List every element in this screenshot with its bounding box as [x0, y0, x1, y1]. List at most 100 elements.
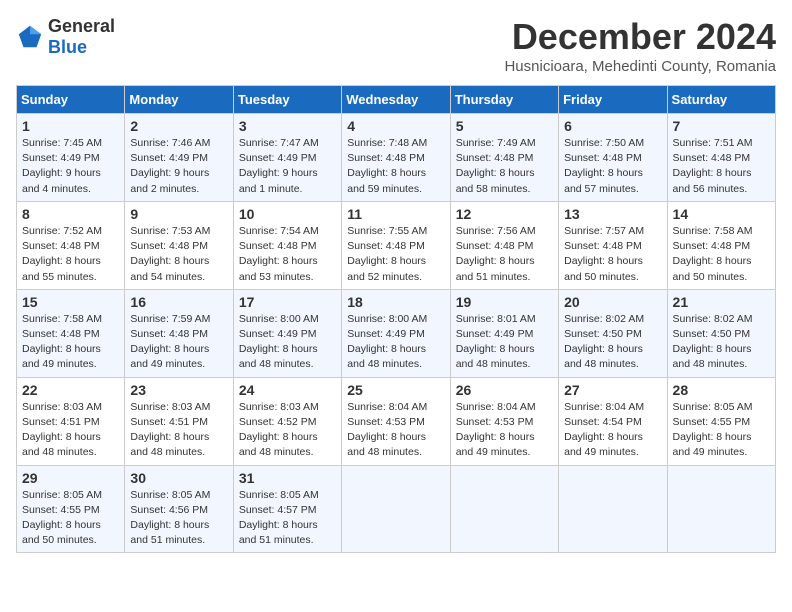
cell-info-line: Daylight: 8 hours: [673, 430, 770, 445]
cell-info-line: Sunset: 4:48 PM: [456, 239, 553, 254]
cell-info-line: Sunset: 4:48 PM: [673, 239, 770, 254]
calendar-cell: 4Sunrise: 7:48 AMSunset: 4:48 PMDaylight…: [342, 114, 450, 202]
cell-info-line: Daylight: 9 hours: [22, 166, 119, 181]
cell-info-line: Sunrise: 8:04 AM: [564, 400, 661, 415]
cell-info-line: Sunset: 4:55 PM: [673, 415, 770, 430]
cell-info-line: Sunset: 4:49 PM: [130, 151, 227, 166]
day-of-week-header: Sunday: [17, 86, 125, 114]
calendar-cell: 10Sunrise: 7:54 AMSunset: 4:48 PMDayligh…: [233, 201, 341, 289]
day-number: 3: [239, 118, 336, 134]
day-number: 4: [347, 118, 444, 134]
cell-info-line: Sunset: 4:53 PM: [347, 415, 444, 430]
header: General Blue December 2024 Husnicioara, …: [16, 16, 776, 75]
day-number: 13: [564, 206, 661, 222]
cell-info-line: Sunset: 4:51 PM: [130, 415, 227, 430]
cell-info-line: Daylight: 8 hours: [22, 342, 119, 357]
cell-info-line: Sunset: 4:48 PM: [673, 151, 770, 166]
day-number: 10: [239, 206, 336, 222]
day-number: 14: [673, 206, 770, 222]
calendar-header-row: SundayMondayTuesdayWednesdayThursdayFrid…: [17, 86, 776, 114]
cell-info-line: Sunset: 4:50 PM: [673, 327, 770, 342]
cell-info-line: Daylight: 8 hours: [673, 254, 770, 269]
cell-info-line: Sunset: 4:49 PM: [347, 327, 444, 342]
day-number: 21: [673, 294, 770, 310]
cell-info-line: Sunset: 4:54 PM: [564, 415, 661, 430]
calendar-cell: 6Sunrise: 7:50 AMSunset: 4:48 PMDaylight…: [559, 114, 667, 202]
cell-info-line: Sunset: 4:48 PM: [22, 327, 119, 342]
day-number: 25: [347, 382, 444, 398]
calendar-cell: [667, 465, 775, 553]
day-number: 28: [673, 382, 770, 398]
cell-info-line: Daylight: 8 hours: [22, 518, 119, 533]
cell-info-line: and 48 minutes.: [130, 445, 227, 460]
day-number: 23: [130, 382, 227, 398]
day-number: 24: [239, 382, 336, 398]
day-number: 9: [130, 206, 227, 222]
cell-info-line: Sunrise: 8:03 AM: [130, 400, 227, 415]
cell-info-line: Sunrise: 8:01 AM: [456, 312, 553, 327]
day-number: 16: [130, 294, 227, 310]
cell-info-line: and 48 minutes.: [347, 357, 444, 372]
cell-info-line: Daylight: 8 hours: [22, 430, 119, 445]
cell-info-line: and 48 minutes.: [239, 357, 336, 372]
cell-info-line: Daylight: 8 hours: [564, 166, 661, 181]
calendar-week-row: 1Sunrise: 7:45 AMSunset: 4:49 PMDaylight…: [17, 114, 776, 202]
cell-info-line: Daylight: 8 hours: [456, 254, 553, 269]
cell-info-line: and 1 minute.: [239, 182, 336, 197]
day-number: 2: [130, 118, 227, 134]
cell-info-line: Daylight: 8 hours: [564, 254, 661, 269]
calendar-week-row: 29Sunrise: 8:05 AMSunset: 4:55 PMDayligh…: [17, 465, 776, 553]
cell-info-line: and 49 minutes.: [456, 445, 553, 460]
cell-info-line: Sunset: 4:48 PM: [564, 239, 661, 254]
cell-info-line: Sunrise: 8:03 AM: [239, 400, 336, 415]
cell-info-line: Sunset: 4:51 PM: [22, 415, 119, 430]
cell-info-line: Sunset: 4:49 PM: [456, 327, 553, 342]
logo: General Blue: [16, 16, 115, 58]
cell-info-line: and 49 minutes.: [564, 445, 661, 460]
calendar-cell: 1Sunrise: 7:45 AMSunset: 4:49 PMDaylight…: [17, 114, 125, 202]
cell-info-line: and 59 minutes.: [347, 182, 444, 197]
cell-info-line: Sunrise: 7:47 AM: [239, 136, 336, 151]
cell-info-line: and 54 minutes.: [130, 270, 227, 285]
cell-info-line: Sunrise: 8:03 AM: [22, 400, 119, 415]
cell-info-line: Sunset: 4:57 PM: [239, 503, 336, 518]
cell-info-line: and 55 minutes.: [22, 270, 119, 285]
cell-info-line: Daylight: 8 hours: [347, 254, 444, 269]
day-number: 7: [673, 118, 770, 134]
calendar: SundayMondayTuesdayWednesdayThursdayFrid…: [16, 85, 776, 553]
cell-info-line: Daylight: 8 hours: [130, 518, 227, 533]
cell-info-line: and 2 minutes.: [130, 182, 227, 197]
cell-info-line: and 48 minutes.: [22, 445, 119, 460]
cell-info-line: and 50 minutes.: [564, 270, 661, 285]
cell-info-line: Sunrise: 7:55 AM: [347, 224, 444, 239]
cell-info-line: Sunset: 4:55 PM: [22, 503, 119, 518]
cell-info-line: Sunset: 4:48 PM: [564, 151, 661, 166]
day-number: 20: [564, 294, 661, 310]
cell-info-line: and 53 minutes.: [239, 270, 336, 285]
cell-info-line: Daylight: 8 hours: [347, 342, 444, 357]
cell-info-line: Sunset: 4:50 PM: [564, 327, 661, 342]
calendar-cell: 9Sunrise: 7:53 AMSunset: 4:48 PMDaylight…: [125, 201, 233, 289]
day-number: 12: [456, 206, 553, 222]
cell-info-line: Sunset: 4:48 PM: [347, 151, 444, 166]
cell-info-line: Sunset: 4:48 PM: [347, 239, 444, 254]
calendar-cell: 20Sunrise: 8:02 AMSunset: 4:50 PMDayligh…: [559, 289, 667, 377]
cell-info-line: Daylight: 8 hours: [239, 254, 336, 269]
cell-info-line: and 48 minutes.: [456, 357, 553, 372]
cell-info-line: Sunset: 4:48 PM: [239, 239, 336, 254]
cell-info-line: Sunrise: 7:58 AM: [22, 312, 119, 327]
cell-info-line: Sunset: 4:52 PM: [239, 415, 336, 430]
cell-info-line: Sunrise: 7:46 AM: [130, 136, 227, 151]
day-of-week-header: Tuesday: [233, 86, 341, 114]
calendar-cell: 16Sunrise: 7:59 AMSunset: 4:48 PMDayligh…: [125, 289, 233, 377]
calendar-cell: 27Sunrise: 8:04 AMSunset: 4:54 PMDayligh…: [559, 377, 667, 465]
cell-info-line: Daylight: 8 hours: [456, 430, 553, 445]
cell-info-line: Daylight: 8 hours: [673, 166, 770, 181]
calendar-cell: 28Sunrise: 8:05 AMSunset: 4:55 PMDayligh…: [667, 377, 775, 465]
calendar-cell: 29Sunrise: 8:05 AMSunset: 4:55 PMDayligh…: [17, 465, 125, 553]
cell-info-line: Sunrise: 7:58 AM: [673, 224, 770, 239]
month-title: December 2024: [504, 16, 776, 58]
cell-info-line: Daylight: 9 hours: [130, 166, 227, 181]
cell-info-line: and 4 minutes.: [22, 182, 119, 197]
calendar-cell: 3Sunrise: 7:47 AMSunset: 4:49 PMDaylight…: [233, 114, 341, 202]
